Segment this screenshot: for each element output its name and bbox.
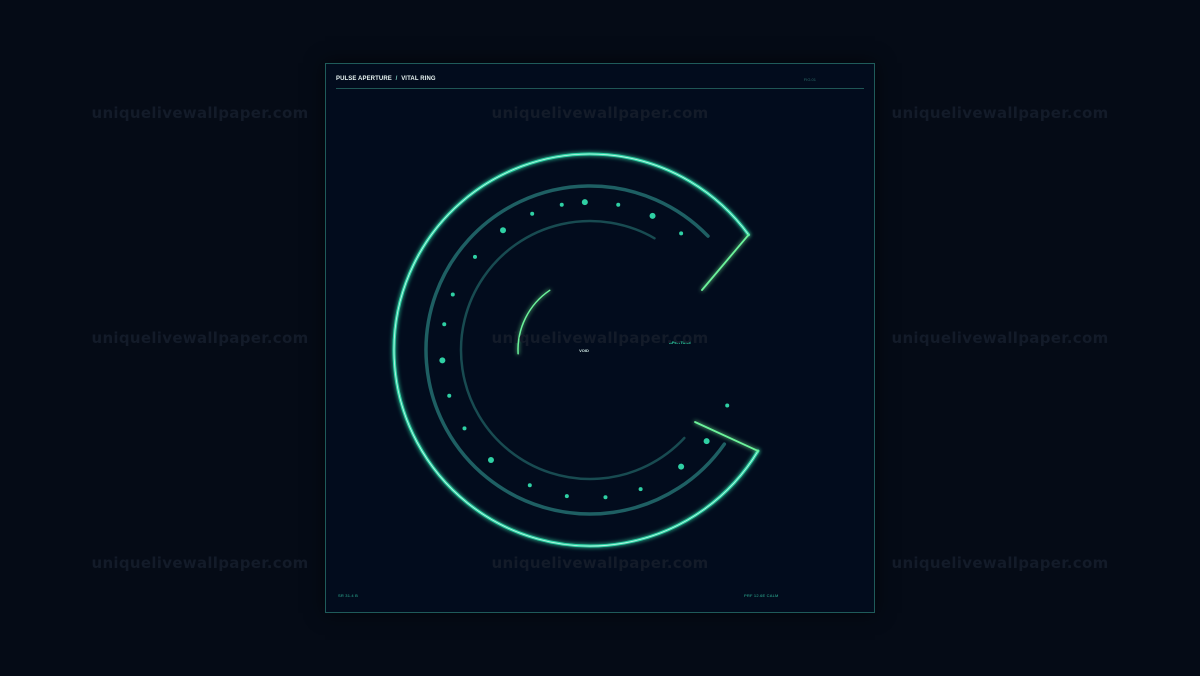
track-dot	[500, 227, 507, 234]
pulse-arc	[517, 289, 551, 355]
track-dot	[679, 231, 684, 236]
watermark: uniquelivewallpaper.com	[91, 554, 309, 572]
watermark: uniquelivewallpaper.com	[891, 329, 1109, 347]
footer-left-readout: SR 31.4 B	[338, 593, 359, 598]
track-dot	[439, 357, 446, 364]
track-dot	[581, 199, 588, 206]
watermark: uniquelivewallpaper.com	[891, 554, 1109, 572]
track-dot	[487, 456, 494, 463]
track-dot	[442, 322, 447, 327]
aperture-label: APERTURE	[669, 340, 691, 345]
track-dot	[638, 487, 643, 492]
track-dot	[530, 211, 535, 216]
track-dot	[472, 254, 477, 259]
track-dot	[559, 202, 564, 207]
aperture-line-top	[701, 233, 750, 291]
track-dot	[649, 212, 656, 219]
poster-panel: PULSE APERTURE / VITAL RING FIG.01 VOID …	[325, 63, 875, 613]
void-label: VOID	[579, 348, 589, 353]
track-dot	[703, 438, 710, 445]
track-dot	[678, 463, 685, 470]
watermark: uniquelivewallpaper.com	[91, 104, 309, 122]
aperture-line-bottom	[694, 421, 759, 452]
track-dot	[616, 202, 621, 207]
track-dot	[447, 393, 452, 398]
track-dot	[462, 426, 467, 431]
inner-ring-arc	[459, 219, 686, 481]
track-dot	[564, 494, 569, 499]
track-dot	[725, 403, 730, 408]
watermark: uniquelivewallpaper.com	[891, 104, 1109, 122]
track-dot	[450, 292, 455, 297]
track-dot	[527, 483, 532, 488]
ring-icon: VOID APERTURE	[392, 152, 760, 548]
outer-ring-arc	[392, 152, 760, 548]
watermark: uniquelivewallpaper.com	[91, 329, 309, 347]
track-dot	[603, 495, 608, 500]
footer-right-readout: PRF 12.6E CALM	[744, 593, 779, 598]
